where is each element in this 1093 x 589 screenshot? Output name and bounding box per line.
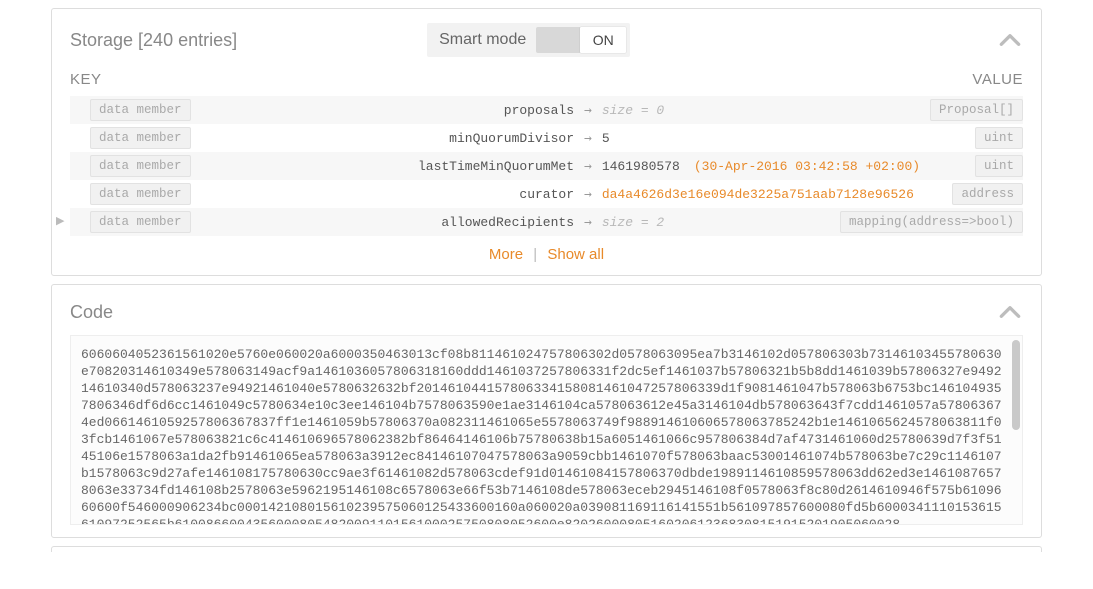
value-text: 1461980578 (602, 159, 680, 174)
code-title: Code (70, 302, 113, 323)
key-column: data member lastTimeMinQuorumMet (70, 155, 580, 177)
table-row: data member lastTimeMinQuorumMet → 14619805… (70, 152, 1023, 180)
collapse-code-icon[interactable] (997, 299, 1023, 325)
value-cell: da4a4626d3e16e094de3225a751aab7128e96526 (602, 187, 953, 202)
switch-knob: ON (580, 27, 626, 53)
member-badge: data member (90, 183, 191, 205)
table-row: data member minQuorumDivisor → 5 uint (70, 124, 1023, 152)
collapse-storage-icon[interactable] (997, 27, 1023, 53)
table-row: data member proposals → size = 0 Proposal[] (70, 96, 1023, 124)
storage-rows: data memberproposals→size = 0Proposal[]d… (70, 96, 1023, 236)
type-badge: mapping(address=>bool) (840, 211, 1023, 233)
value-date: (30-Apr-2016 03:42:58 +02:00) (694, 159, 920, 174)
key-column: data member curator (70, 183, 580, 205)
storage-header: Storage [240 entries] Smart mode ON (70, 23, 1023, 57)
arrow-icon: → (584, 131, 592, 146)
col-value: VALUE (590, 71, 1023, 88)
table-row: ▶data memberallowedRecipients→size = 2ma… (70, 208, 1023, 236)
key-name: minQuorumDivisor (449, 131, 580, 146)
value-cell: 5 (602, 131, 975, 146)
member-badge: data member (90, 155, 191, 177)
separator: | (533, 246, 537, 263)
code-scrollbar[interactable] (1012, 340, 1020, 430)
key-name: allowedRecipients (441, 215, 580, 230)
key-column: data member minQuorumDivisor (70, 127, 580, 149)
arrow-icon: → (584, 159, 592, 174)
smart-mode-control: Smart mode ON (427, 23, 630, 57)
value-cell: size = 2 (602, 215, 840, 230)
member-badge: data member (90, 211, 191, 233)
expand-icon[interactable]: ▶ (56, 214, 64, 227)
arrow-icon: → (584, 103, 592, 118)
storage-footer: More | Show all (70, 246, 1023, 263)
member-badge: data member (90, 127, 191, 149)
col-key: KEY (70, 71, 590, 88)
key-column: data member proposals (70, 99, 580, 121)
arrow-icon: → (584, 187, 592, 202)
value-text: size = 2 (602, 215, 664, 230)
more-link[interactable]: More (489, 246, 523, 263)
type-badge: address (952, 183, 1023, 205)
value-text: size = 0 (602, 103, 664, 118)
table-row: data member curator → da4a4626d3e16e094de32… (70, 180, 1023, 208)
type-badge: uint (975, 155, 1023, 177)
storage-panel: Storage [240 entries] Smart mode ON KEY … (51, 8, 1042, 276)
arrow-icon: → (584, 215, 592, 230)
key-name: curator (519, 187, 580, 202)
member-badge: data member (90, 99, 191, 121)
storage-title: Storage [240 entries] (70, 30, 237, 51)
code-area-wrap: 6060604052361561020e5760e060020a60003504… (70, 335, 1023, 525)
smart-mode-switch[interactable]: ON (536, 27, 626, 53)
storage-columns: KEY VALUE (70, 71, 1023, 88)
code-header: Code (70, 299, 1023, 325)
type-badge: uint (975, 127, 1023, 149)
key-name: proposals (504, 103, 580, 118)
key-column: data member allowedRecipients (70, 211, 580, 233)
type-badge: Proposal[] (930, 99, 1023, 121)
value-text: 5 (602, 131, 610, 146)
value-cell: size = 0 (602, 103, 930, 118)
show-all-link[interactable]: Show all (547, 246, 604, 263)
next-panel-stub (51, 546, 1042, 552)
value-link[interactable]: da4a4626d3e16e094de3225a751aab7128e96526 (602, 187, 914, 202)
code-panel: Code 6060604052361561020e5760e060020a600… (51, 284, 1042, 538)
smart-mode-label: Smart mode (439, 31, 526, 49)
key-name: lastTimeMinQuorumMet (418, 159, 580, 174)
value-cell: 1461980578 (30-Apr-2016 03:42:58 +02:00) (602, 159, 975, 174)
code-bytecode[interactable]: 6060604052361561020e5760e060020a60003504… (71, 336, 1022, 524)
